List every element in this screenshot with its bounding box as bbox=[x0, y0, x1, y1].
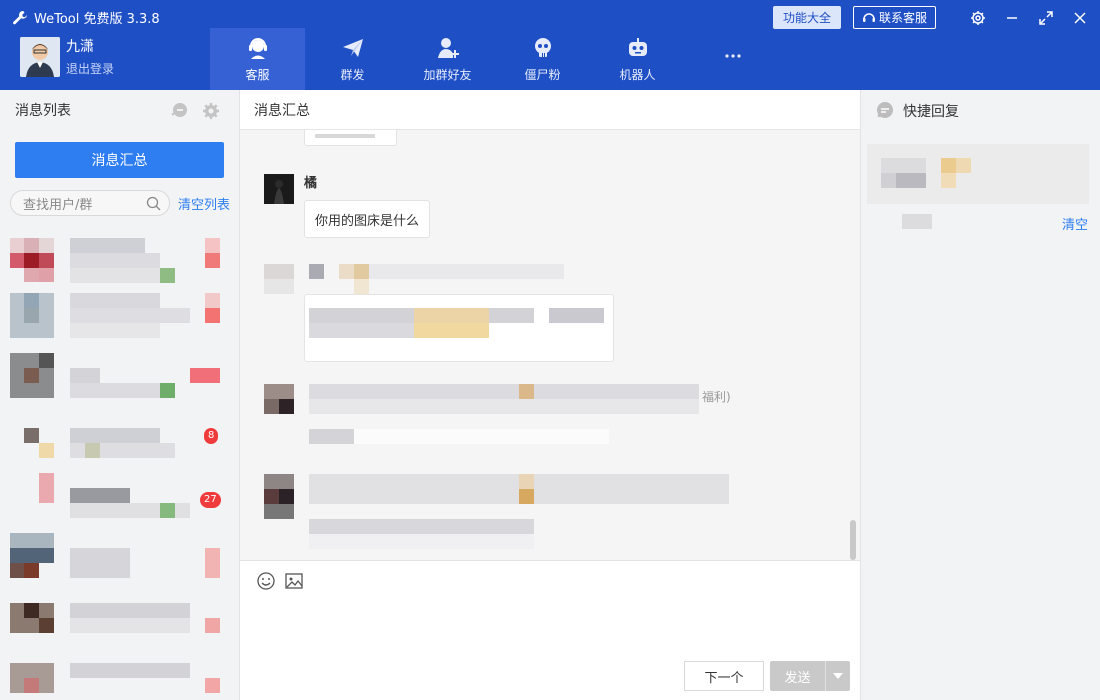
quick-reply-panel: 快捷回复 清空 bbox=[860, 90, 1100, 700]
chat-title: 消息汇总 bbox=[254, 102, 310, 119]
skull-icon bbox=[534, 37, 551, 57]
message-bubble-partial bbox=[304, 130, 397, 146]
list-item[interactable] bbox=[0, 228, 239, 288]
minimize-icon[interactable] bbox=[1004, 10, 1020, 26]
search-input[interactable]: 查找用户/群 bbox=[10, 190, 170, 216]
send-button[interactable]: 发送 bbox=[770, 661, 850, 691]
nav-robot[interactable]: 机器人 bbox=[590, 28, 685, 90]
nav-add-friends[interactable]: 加群好友 bbox=[400, 28, 495, 90]
message-input-area[interactable]: 下一个 发送 bbox=[240, 560, 860, 700]
image-icon[interactable] bbox=[284, 571, 304, 591]
chevron-down-icon[interactable] bbox=[825, 661, 850, 691]
list-item[interactable] bbox=[0, 588, 239, 648]
window-controls: 功能大全 联系客服 bbox=[772, 6, 1088, 29]
list-item[interactable] bbox=[0, 648, 239, 700]
nav-label: 客服 bbox=[245, 67, 270, 82]
main-nav: 客服 群发 加群好友 僵尸粉 机器人 bbox=[210, 28, 780, 90]
chat-scrollbar[interactable] bbox=[850, 520, 856, 560]
chat-bubble-icon bbox=[877, 102, 893, 118]
nav-label: 僵尸粉 bbox=[524, 67, 561, 82]
headset-icon bbox=[862, 12, 875, 22]
list-item[interactable] bbox=[0, 528, 239, 588]
chat-header: 消息汇总 bbox=[240, 90, 860, 130]
add-friend-icon bbox=[437, 37, 459, 58]
quick-reply-header: 快捷回复 bbox=[861, 90, 1100, 132]
search-icon bbox=[146, 196, 161, 211]
nav-customer-service[interactable]: 客服 bbox=[210, 28, 305, 90]
quick-reply-title: 快捷回复 bbox=[903, 104, 959, 120]
unread-badge: 8 bbox=[204, 428, 219, 444]
unread-badge: 27 bbox=[200, 492, 221, 508]
blurred-message bbox=[264, 384, 734, 464]
feature-list-button[interactable]: 功能大全 bbox=[772, 6, 841, 29]
nav-mass-send[interactable]: 群发 bbox=[305, 28, 400, 90]
emoji-icon[interactable] bbox=[256, 571, 276, 591]
search-placeholder: 查找用户/群 bbox=[23, 197, 93, 213]
wrench-icon bbox=[13, 10, 27, 24]
list-item[interactable] bbox=[0, 348, 239, 408]
message-bubble[interactable]: 你用的图床是什么 bbox=[304, 200, 431, 238]
user-profile: 九潇 退出登录 bbox=[20, 36, 114, 77]
message-list-panel: 消息列表 消息汇总 查找用户/群 清空列表 8 27 bbox=[0, 90, 240, 700]
message-list-title: 消息列表 bbox=[15, 103, 71, 119]
nav-label: 加群好友 bbox=[423, 67, 472, 82]
search-row: 查找用户/群 清空列表 bbox=[0, 190, 239, 216]
app-title: WeTool 免费版 3.3.8 bbox=[34, 12, 160, 27]
title-bar: WeTool 免费版 3.3.8 bbox=[12, 8, 160, 27]
nav-label: 群发 bbox=[340, 67, 365, 82]
blurred-message bbox=[264, 264, 614, 364]
logout-link[interactable]: 退出登录 bbox=[66, 60, 114, 77]
sender-avatar bbox=[264, 174, 294, 204]
customer-service-icon bbox=[248, 37, 267, 59]
conversation-list: 8 27 bbox=[0, 228, 239, 700]
contact-support-label: 联系客服 bbox=[878, 11, 927, 25]
list-item[interactable]: 27 bbox=[0, 468, 239, 528]
list-item[interactable] bbox=[0, 288, 239, 348]
quick-reply-item[interactable] bbox=[867, 144, 1089, 229]
contact-support-button[interactable]: 联系客服 bbox=[852, 6, 936, 29]
input-toolbar bbox=[256, 571, 312, 591]
message-list-header: 消息列表 bbox=[0, 90, 239, 130]
nav-more[interactable] bbox=[685, 28, 780, 90]
clear-list-link[interactable]: 清空列表 bbox=[178, 194, 230, 213]
more-icon bbox=[724, 54, 741, 58]
blurred-message bbox=[264, 474, 734, 560]
quick-reply-clear-link[interactable]: 清空 bbox=[1062, 214, 1088, 233]
send-plane-icon bbox=[342, 38, 363, 57]
app-header: WeTool 免费版 3.3.8 九潇 退出登录 客服 群发 加群好友 僵尸粉 … bbox=[0, 0, 1100, 90]
close-icon[interactable] bbox=[1072, 10, 1088, 26]
next-button[interactable]: 下一个 bbox=[684, 661, 764, 691]
message-area: 橘 你用的图床是什么 福利) bbox=[240, 130, 860, 560]
send-label: 发送 bbox=[784, 670, 811, 686]
partial-text: 福利) bbox=[702, 390, 731, 404]
settings-gear-icon[interactable] bbox=[970, 10, 986, 26]
nav-label: 机器人 bbox=[619, 67, 656, 82]
nav-zombie-fans[interactable]: 僵尸粉 bbox=[495, 28, 590, 90]
maximize-icon[interactable] bbox=[1038, 10, 1054, 26]
avatar[interactable] bbox=[20, 36, 60, 77]
user-name: 九潇 bbox=[66, 39, 94, 55]
chat-bubble-icon[interactable] bbox=[169, 101, 189, 121]
sender-name: 橘 bbox=[304, 176, 318, 191]
robot-icon bbox=[628, 37, 647, 56]
chat-panel: 消息汇总 橘 你用的图床是什么 福利) 下一个 发送 bbox=[240, 90, 860, 700]
message-summary-button[interactable]: 消息汇总 bbox=[15, 142, 224, 178]
settings-gear-icon[interactable] bbox=[201, 101, 221, 121]
list-item[interactable]: 8 bbox=[0, 408, 239, 468]
